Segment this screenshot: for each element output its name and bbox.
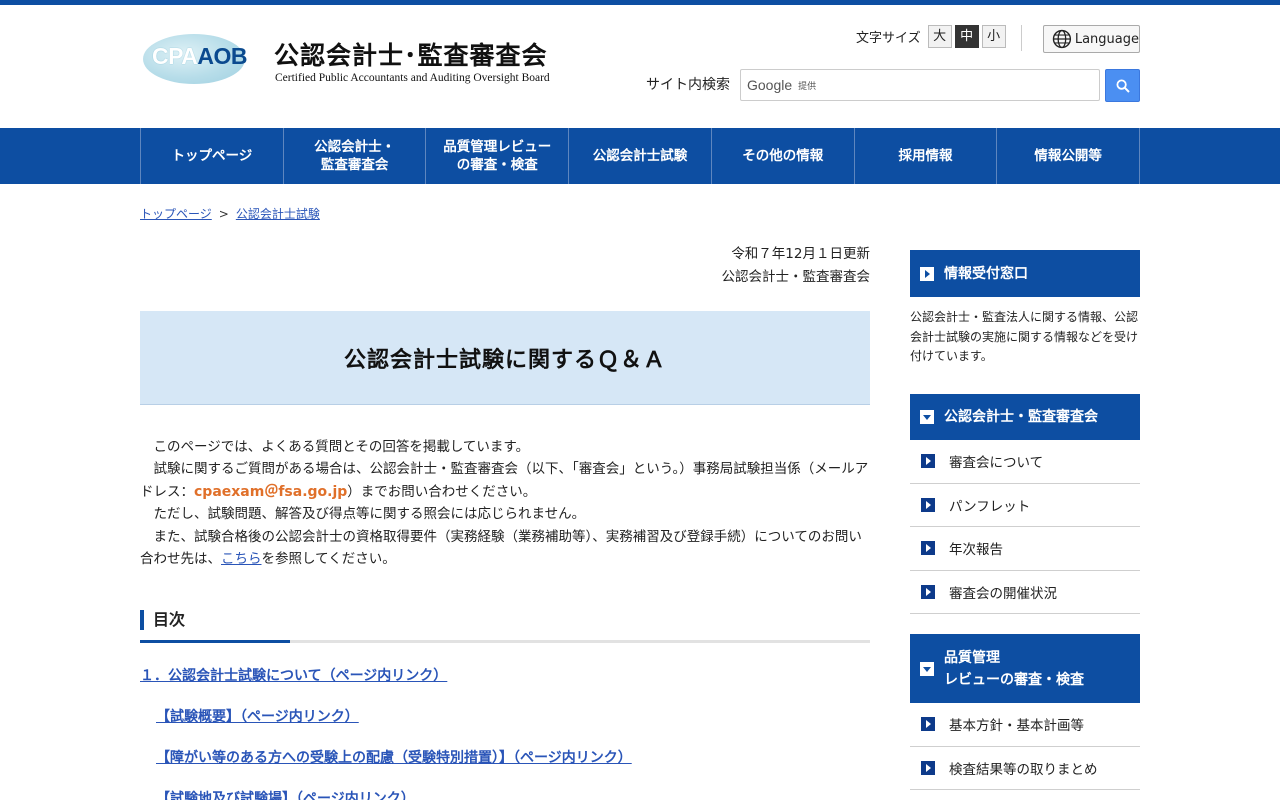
main-content: 令和７年12月１日更新 公認会計士・監査審査会 公認会計士試験に関するＱ＆Ａ こ…: [140, 243, 870, 800]
sidebar-item-about[interactable]: 審査会について: [910, 440, 1140, 484]
intro-paragraph-1: このページでは、よくある質問とその回答を掲載しています。: [153, 439, 530, 455]
google-provided-label: 提供: [798, 81, 817, 92]
language-button[interactable]: Language: [1043, 25, 1140, 53]
font-size-small-button[interactable]: 小: [981, 25, 1006, 48]
font-size-control: 文字サイズ 大 中 小: [856, 25, 1006, 48]
sidebar-board-heading[interactable]: 公認会計士・監査審査会: [910, 394, 1140, 440]
intro-text: このページでは、よくある質問とその回答を掲載しています。 試験に関するご質問があ…: [140, 436, 870, 570]
org-name: 公認会計士･監査審査会: [274, 41, 548, 70]
updated-date: 令和７年12月１日更新: [731, 246, 870, 262]
nav-recruitment[interactable]: 採用情報: [855, 128, 998, 184]
nav-top-page[interactable]: トップページ: [141, 128, 284, 184]
site-search-label: サイト内検索: [646, 77, 730, 93]
toc-list: １．公認会計士試験について（ページ内リンク） 【試験概要】（ページ内リンク） 【…: [140, 665, 870, 800]
header-divider: [1021, 25, 1022, 51]
sidebar-item-basic-policy[interactable]: 基本方針・基本計画等: [910, 703, 1140, 747]
arrow-down-icon: [920, 661, 934, 676]
sidebar-item-inspection-results[interactable]: 検査結果等の取りまとめ: [910, 747, 1140, 790]
nav-board[interactable]: 公認会計士・ 監査審査会: [284, 128, 427, 184]
intro-paragraph-4: また、試験合格後の公認会計士の資格取得要件（実務経験（業務補助等）、実務補習及び…: [140, 528, 862, 568]
arrow-down-icon: [920, 410, 934, 424]
org-name-en: Certified Public Accountants and Auditin…: [275, 72, 550, 84]
globe-icon: [1052, 29, 1072, 49]
search-icon: [1116, 79, 1130, 93]
updated-by: 公認会計士・監査審査会: [721, 269, 871, 285]
qualification-contact-link[interactable]: こちら: [221, 551, 262, 567]
nav-cpa-exam[interactable]: 公認会計士試験: [569, 128, 712, 184]
update-info: 令和７年12月１日更新 公認会計士・監査審査会: [140, 243, 871, 289]
sidebar-board-list: 審査会について パンフレット 年次報告 審査会の開催状況: [910, 440, 1140, 614]
sidebar-item-annual-report[interactable]: 年次報告: [910, 527, 1140, 571]
sidebar-item-meetings[interactable]: 審査会の開催状況: [910, 571, 1140, 614]
toc-heading: 目次: [140, 610, 870, 631]
sidebar-review-list: 基本方針・基本計画等 検査結果等の取りまとめ: [910, 703, 1140, 790]
arrow-right-icon: [921, 541, 935, 556]
toc-link-cpa-exam[interactable]: １．公認会計士試験について（ページ内リンク）: [140, 665, 870, 685]
sidebar-info-heading[interactable]: 情報受付窓口: [910, 250, 1140, 297]
arrow-right-icon: [921, 497, 935, 512]
breadcrumb-current-link[interactable]: 公認会計士試験: [236, 207, 320, 221]
arrow-right-icon: [920, 266, 934, 281]
sidebar: 情報受付窓口 公認会計士・監査法人に関する情報、公認会計士試験の実施に関する情報…: [910, 250, 1140, 790]
sidebar-info-text: 公認会計士・監査法人に関する情報、公認会計士試験の実施に関する情報などを受け付け…: [910, 310, 1139, 363]
site-search-input[interactable]: Google 提供: [740, 69, 1100, 101]
breadcrumb-separator: >: [218, 207, 229, 221]
breadcrumb: トップページ > 公認会計士試験: [140, 205, 320, 222]
contact-email-link[interactable]: cpaexam＠fsa.go.jp: [194, 484, 347, 500]
arrow-right-icon: [921, 760, 935, 775]
logo-mark: CPAAOB: [152, 43, 247, 69]
toc-underline: [140, 640, 870, 644]
arrow-right-icon: [921, 717, 935, 732]
site-logo[interactable]: CPAAOB 公認会計士･監査審査会 Certified Public Acco…: [140, 31, 570, 91]
font-size-medium-button[interactable]: 中: [954, 25, 979, 48]
global-nav: トップページ 公認会計士・ 監査審査会 品質管理レビュー の審査・検査 公認会計…: [0, 128, 1280, 184]
intro-paragraph-2: 試験に関するご質問がある場合は、公認会計士・監査審査会（以下、「審査会」という。…: [140, 461, 869, 500]
google-brand: Google: [747, 77, 793, 93]
site-header: CPAAOB 公認会計士･監査審査会 Certified Public Acco…: [0, 5, 1280, 128]
font-size-large-button[interactable]: 大: [927, 25, 952, 48]
nav-disclosure[interactable]: 情報公開等: [997, 128, 1141, 184]
breadcrumb-top-link[interactable]: トップページ: [140, 207, 212, 221]
sidebar-review-heading[interactable]: 品質管理 レビューの審査・検査: [910, 634, 1140, 703]
toc-link-special-measures[interactable]: 【障がい等のある方への受験上の配慮（受験特別措置）】（ページ内リンク）: [140, 747, 870, 767]
nav-quality-review[interactable]: 品質管理レビュー の審査・検査: [426, 128, 570, 184]
arrow-right-icon: [921, 584, 935, 599]
language-label: Language: [1074, 31, 1139, 47]
toc-link-exam-venue[interactable]: 【試験地及び試験場】（ページ内リンク）: [140, 788, 870, 800]
font-size-label: 文字サイズ: [856, 31, 921, 46]
intro-paragraph-3: ただし、試験問題、解答及び得点等に関する照会には応じられません。: [153, 506, 586, 523]
sidebar-item-pamphlet[interactable]: パンフレット: [910, 484, 1140, 527]
toc-link-exam-overview[interactable]: 【試験概要】（ページ内リンク）: [140, 706, 870, 726]
search-button[interactable]: [1105, 69, 1140, 102]
page-title: 公認会計士試験に関するＱ＆Ａ: [140, 311, 870, 405]
arrow-right-icon: [921, 454, 935, 469]
nav-other-info[interactable]: その他の情報: [712, 128, 855, 184]
